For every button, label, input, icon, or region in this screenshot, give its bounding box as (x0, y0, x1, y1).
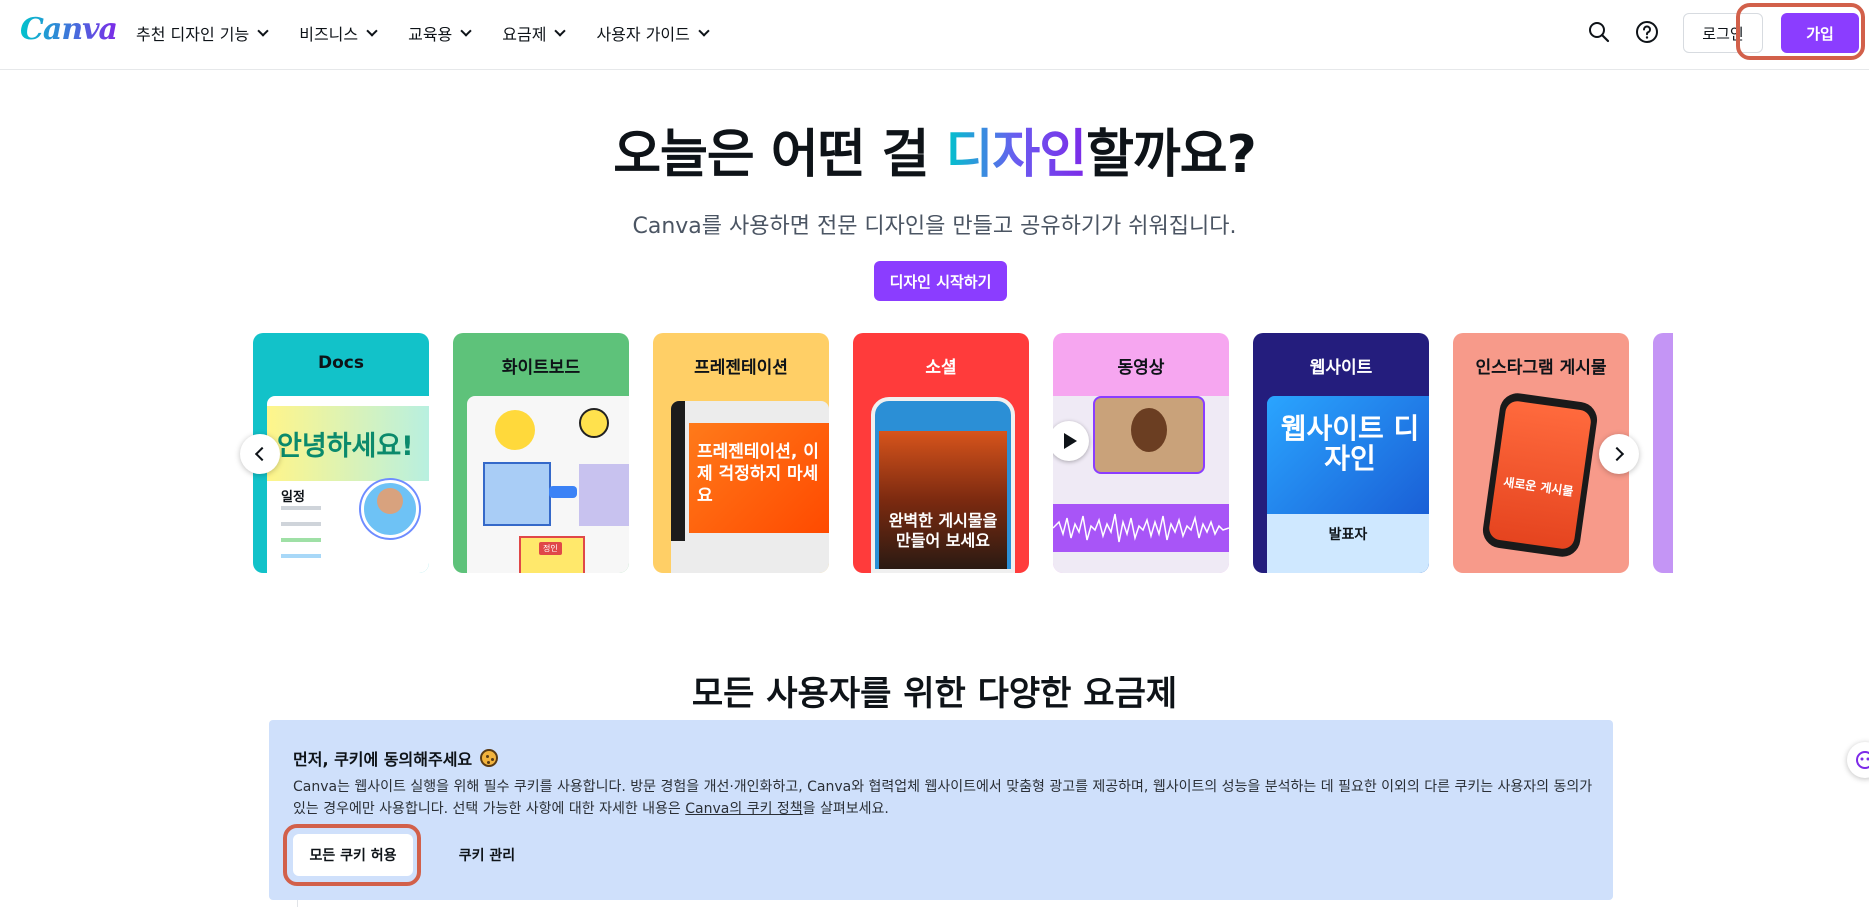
design-type-carousel: Docs 안녕하세요! 일정 화이트보드 정인 프레젠테이션 프레젠테이션, 이… (209, 333, 1673, 573)
nav-label: 교육용 (408, 25, 453, 44)
card-label: 소셜 (925, 358, 957, 378)
card-thumbnail: 웹사이트 디자인 발표자 (1267, 396, 1429, 573)
chevron-down-icon (257, 24, 269, 37)
nav-label: 비즈니스 (299, 25, 359, 44)
carousel-card-presentation[interactable]: 프레젠테이션 프레젠테이션, 이제 걱정하지 마세요 (653, 333, 829, 573)
carousel-card-website[interactable]: 웹사이트 웹사이트 디자인 발표자 (1253, 333, 1429, 573)
manage-cookies-button[interactable]: 쿠키 관리 (427, 834, 547, 876)
nav-item-guide[interactable]: 사용자 가이드 (596, 21, 710, 45)
cookie-icon (480, 749, 499, 767)
signup-button[interactable]: 가입 (1781, 13, 1859, 53)
nav-item-education[interactable]: 교육용 (408, 21, 472, 45)
pricing-section-title: 모든 사용자를 위한 다양한 요금제 (691, 674, 1178, 714)
card-thumbnail-text: 완벽한 게시물을 만들어 보세요 (888, 511, 998, 550)
chevron-down-icon (554, 24, 567, 37)
login-button[interactable]: 로그인 (1683, 13, 1763, 53)
nav-label: 추천 디자인 기능 (136, 25, 250, 44)
canva-logo[interactable]: Canva (20, 12, 118, 47)
nav-label: 사용자 가이드 (596, 25, 690, 44)
cookie-consent-banner: 먼저, 쿠키에 동의해주세요 Canva는 웹사이트 실행을 위해 필수 쿠키를… (269, 720, 1613, 900)
main-nav: 추천 디자인 기능 비즈니스 교육용 요금제 사용자 가이드 (136, 0, 740, 66)
floating-assistant-icon[interactable] (1847, 742, 1869, 778)
nav-item-pricing[interactable]: 요금제 (502, 21, 567, 45)
chevron-down-icon (698, 24, 710, 37)
card-label: 화이트보드 (501, 358, 581, 378)
cookie-title-text: 먼저, 쿠키에 동의해주세요 (293, 750, 473, 769)
card-thumbnail-text: 웹사이트 디자인 (1280, 412, 1420, 475)
carousel-card-whiteboard[interactable]: 화이트보드 정인 (453, 333, 629, 573)
card-thumbnail: 새로운 게시물 (1480, 390, 1600, 560)
cookie-policy-link[interactable]: Canva의 쿠키 정책 (685, 801, 802, 817)
card-thumbnail-text: 프레젠테이션, 이제 걱정하지 마세요 (697, 442, 819, 506)
card-label: 웹사이트 (1309, 358, 1373, 378)
chevron-left-icon (254, 446, 270, 462)
carousel-card-video[interactable]: 동영상 (1053, 333, 1229, 573)
card-thumbnail: 안녕하세요! 일정 (267, 396, 429, 573)
accept-all-cookies-button[interactable]: 모든 쿠키 허용 (293, 834, 413, 876)
carousel-next-button[interactable] (1599, 434, 1639, 474)
nav-label: 요금제 (502, 25, 547, 44)
search-icon[interactable] (1586, 19, 1612, 45)
hero-title-prefix: 오늘은 어떤 걸 (613, 125, 946, 185)
card-thumbnail-subtext: 일정 (281, 490, 305, 505)
pricing-cards-top-edge (297, 900, 1587, 907)
chevron-down-icon (366, 24, 378, 37)
start-design-button[interactable]: 디자인 시작하기 (874, 261, 1007, 301)
card-thumbnail-text: 안녕하세요! (277, 431, 414, 462)
carousel-card-social[interactable]: 소셜 완벽한 게시물을 만들어 보세요 (853, 333, 1029, 573)
chevron-down-icon (460, 24, 472, 37)
nav-item-featured[interactable]: 추천 디자인 기능 (136, 21, 269, 45)
carousel-card-partial-right[interactable] (1653, 333, 1673, 573)
card-thumbnail: 정인 (467, 396, 629, 573)
chevron-right-icon (1609, 446, 1625, 462)
cookie-text-body: Canva는 웹사이트 실행을 위해 필수 쿠키를 사용합니다. 방문 경험을 … (293, 779, 1593, 817)
help-icon[interactable] (1634, 19, 1660, 45)
top-navigation-bar: Canva 추천 디자인 기능 비즈니스 교육용 요금제 사용자 가이드 로그인… (0, 0, 1869, 70)
cookie-text-tail: 을 살펴보세요. (802, 801, 889, 817)
card-label: 프레젠테이션 (694, 358, 788, 378)
card-thumbnail-tag: 정인 (539, 542, 562, 555)
hero-title-suffix: 할까요? (1086, 125, 1257, 185)
card-label: 인스타그램 게시물 (1475, 358, 1607, 378)
card-label: Docs (318, 353, 364, 373)
card-thumbnail: 프레젠테이션, 이제 걱정하지 마세요 (671, 401, 829, 573)
cookie-banner-title: 먼저, 쿠키에 동의해주세요 (293, 746, 499, 770)
play-icon[interactable] (1053, 421, 1089, 461)
hero-title: 오늘은 어떤 걸 디자인할까요? (0, 112, 1869, 187)
hero-title-highlight: 디자인 (945, 125, 1088, 185)
carousel-prev-button[interactable] (240, 434, 280, 474)
card-thumbnail-subtext: 발표자 (1328, 527, 1368, 543)
nav-item-business[interactable]: 비즈니스 (299, 21, 378, 45)
card-thumbnail: 완벽한 게시물을 만들어 보세요 (871, 397, 1015, 573)
hero-subtitle: Canva를 사용하면 전문 디자인을 만들고 공유하기가 쉬워집니다. (632, 214, 1237, 239)
cookie-banner-text: Canva는 웹사이트 실행을 위해 필수 쿠키를 사용합니다. 방문 경험을 … (293, 776, 1593, 820)
card-label: 동영상 (1117, 358, 1165, 378)
